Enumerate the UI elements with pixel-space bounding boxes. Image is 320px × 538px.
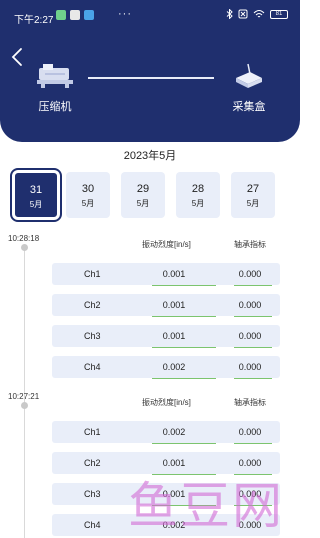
vibration-value: 0.002 bbox=[162, 427, 186, 437]
channel-label: Ch2 bbox=[84, 458, 101, 468]
channel-label: Ch1 bbox=[84, 427, 101, 437]
date-card-3[interactable]: 28 5月 bbox=[176, 172, 220, 218]
bearing-value: 0.000 bbox=[238, 331, 262, 341]
date-card-4[interactable]: 27 5月 bbox=[231, 172, 275, 218]
bearing-value: 0.000 bbox=[238, 269, 262, 279]
channel-label: Ch3 bbox=[84, 489, 101, 499]
channel-label: Ch1 bbox=[84, 269, 101, 279]
back-arrow-icon[interactable] bbox=[8, 46, 28, 68]
app-notification-icon bbox=[56, 10, 66, 20]
app-header: 下午2:27 ··· 81 压缩机 采集盒 bbox=[0, 0, 300, 142]
collector-device: 采集盒 bbox=[222, 62, 276, 114]
status-notification-icons bbox=[56, 10, 94, 20]
value-underline bbox=[152, 285, 216, 286]
value-underline bbox=[234, 347, 272, 348]
cloud-icon bbox=[84, 10, 94, 20]
connection-line bbox=[88, 77, 214, 79]
date-selector: 31 5月 30 5月 29 5月 28 5月 27 5月 bbox=[10, 168, 300, 222]
bearing-column-header: 轴承指标 bbox=[234, 240, 266, 249]
sim-icon bbox=[238, 9, 248, 19]
battery-icon: 81 bbox=[270, 9, 288, 19]
date-day: 29 bbox=[136, 183, 150, 195]
bluetooth-icon bbox=[226, 9, 233, 19]
status-time: 下午2:27 bbox=[14, 15, 54, 26]
vibration-value: 0.002 bbox=[162, 362, 186, 372]
value-underline bbox=[234, 378, 272, 379]
collector-label: 采集盒 bbox=[232, 101, 266, 113]
vibration-value: 0.001 bbox=[162, 269, 186, 279]
record-time: 10:28:18 bbox=[8, 234, 40, 243]
date-card-1[interactable]: 30 5月 bbox=[66, 172, 110, 218]
date-day: 28 bbox=[191, 183, 205, 195]
vibration-column-header: 振动烈度[in/s] bbox=[142, 398, 191, 407]
date-month: 5月 bbox=[29, 200, 43, 209]
date-day: 31 bbox=[29, 184, 43, 196]
table-row: Ch4 0.002 0.000 bbox=[52, 356, 280, 379]
channel-label: Ch4 bbox=[84, 362, 101, 372]
channel-label: Ch3 bbox=[84, 331, 101, 341]
date-card-2[interactable]: 29 5月 bbox=[121, 172, 165, 218]
date-month: 5月 bbox=[246, 199, 260, 208]
compressor-label: 压缩机 bbox=[38, 101, 72, 113]
value-underline bbox=[234, 443, 272, 444]
timeline-dot bbox=[21, 244, 28, 251]
value-underline bbox=[152, 347, 216, 348]
table-row: Ch3 0.001 0.000 bbox=[52, 325, 280, 348]
value-underline bbox=[152, 443, 216, 444]
date-month: 5月 bbox=[81, 199, 95, 208]
compressor-icon bbox=[37, 64, 73, 88]
bearing-column-header: 轴承指标 bbox=[234, 398, 266, 407]
date-day: 30 bbox=[81, 183, 95, 195]
wifi-icon bbox=[253, 10, 265, 18]
watermark: 鱼豆网 bbox=[128, 477, 284, 535]
table-row: Ch1 0.001 0.000 bbox=[52, 263, 280, 286]
value-underline bbox=[234, 316, 272, 317]
compressor-device: 压缩机 bbox=[30, 62, 80, 114]
status-right-icons: 81 bbox=[226, 9, 288, 19]
bearing-value: 0.000 bbox=[238, 362, 262, 372]
date-month: 5月 bbox=[191, 199, 205, 208]
month-title: 2023年5月 bbox=[123, 150, 177, 162]
bearing-value: 0.000 bbox=[238, 427, 262, 437]
date-card-0[interactable]: 31 5月 bbox=[10, 168, 62, 222]
date-day: 27 bbox=[246, 183, 260, 195]
timeline-dot bbox=[21, 402, 28, 409]
channel-label: Ch4 bbox=[84, 520, 101, 530]
router-icon bbox=[236, 63, 262, 88]
status-bar: 下午2:27 ··· 81 bbox=[0, 0, 300, 34]
more-notifications-icon: ··· bbox=[118, 8, 132, 20]
value-underline bbox=[152, 316, 216, 317]
record-time: 10:27:21 bbox=[8, 392, 40, 401]
app-notification-icon bbox=[70, 10, 80, 20]
value-underline bbox=[152, 378, 216, 379]
table-row: Ch1 0.002 0.000 bbox=[52, 421, 280, 444]
vibration-value: 0.001 bbox=[162, 300, 186, 310]
channel-label: Ch2 bbox=[84, 300, 101, 310]
bearing-value: 0.000 bbox=[238, 300, 262, 310]
vibration-value: 0.001 bbox=[162, 331, 186, 341]
date-month: 5月 bbox=[136, 199, 150, 208]
vibration-column-header: 振动烈度[in/s] bbox=[142, 240, 191, 249]
value-underline bbox=[234, 285, 272, 286]
table-row: Ch2 0.001 0.000 bbox=[52, 294, 280, 317]
